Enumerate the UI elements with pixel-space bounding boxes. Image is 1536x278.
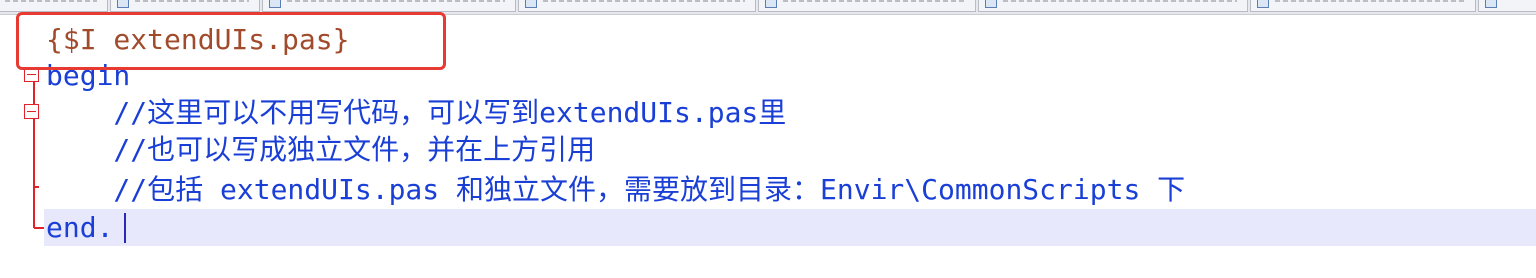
code-line-end[interactable]: end.: [46, 209, 113, 246]
file-tab[interactable]: [110, 0, 260, 12]
file-tab-icon: [985, 0, 997, 8]
file-tab-icon: [765, 0, 777, 8]
file-tab-icon: [269, 0, 281, 8]
file-tab[interactable]: [758, 0, 976, 12]
file-tab-icon: [1485, 0, 1497, 8]
code-editor[interactable]: {$I extendUIs.pas} begin //这里可以不用写代码，可以写…: [0, 0, 1536, 278]
code-line-comment[interactable]: //这里可以不用写代码，可以写到extendUIs.pas里: [46, 94, 786, 131]
file-tab[interactable]: [262, 0, 516, 12]
file-tab[interactable]: [0, 0, 108, 12]
file-tab-label: [783, 0, 965, 2]
file-tab-icon: [1257, 0, 1269, 8]
file-tab-label: [5, 0, 97, 2]
fold-tick: [34, 186, 39, 188]
file-tab-label: [135, 0, 249, 2]
file-tab-icon: [117, 0, 129, 8]
fold-line: [33, 74, 35, 228]
file-tab[interactable]: [1478, 0, 1536, 12]
current-line-highlight: [44, 209, 1536, 246]
code-line-comment[interactable]: //也可以写成独立文件，并在上方引用: [46, 131, 595, 168]
annotation-highlight-box: [16, 12, 446, 70]
file-tab-icon: [525, 0, 537, 8]
file-tab-label: [1275, 0, 1465, 2]
file-tab[interactable]: [978, 0, 1248, 12]
file-tab-label: [543, 0, 745, 2]
fold-end-tick: [34, 227, 44, 229]
file-tab-label: [1003, 0, 1237, 2]
fold-minus-icon[interactable]: [24, 104, 39, 119]
file-tab[interactable]: [1250, 0, 1476, 12]
file-tab-label: [287, 0, 505, 2]
text-caret: [124, 213, 126, 243]
file-tab[interactable]: [518, 0, 756, 12]
code-line-comment[interactable]: //包括 extendUIs.pas 和独立文件，需要放到目录：Envir\Co…: [46, 171, 1185, 208]
